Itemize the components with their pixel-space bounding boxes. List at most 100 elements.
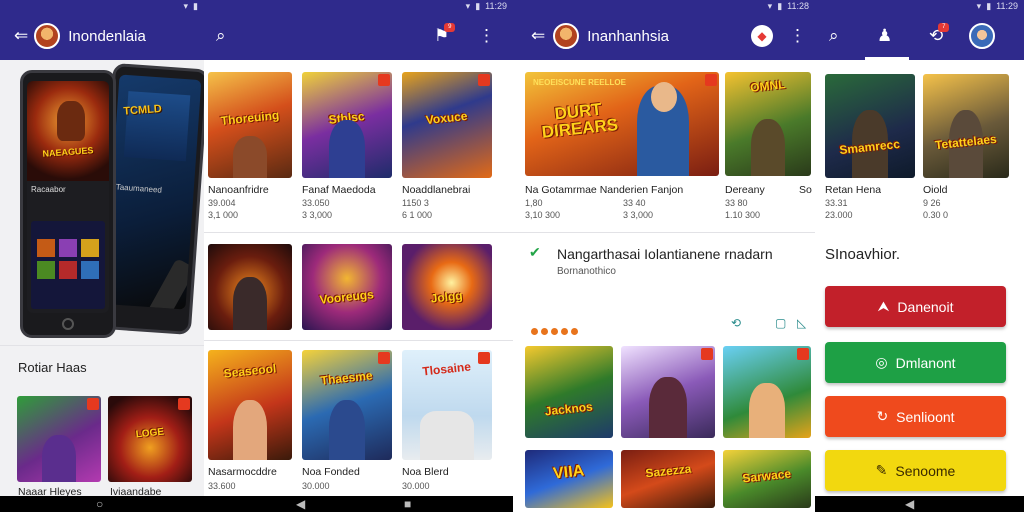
battery-icon: ▮ [777, 0, 783, 11]
featured-banner[interactable]: NEOEISCUNE REELLOE DURT DIREARS [525, 72, 719, 176]
action-button-1[interactable]: ⮝ Danenoit [825, 286, 1006, 327]
game-tile[interactable]: Smamrecc [825, 74, 915, 178]
panel-browse: ▾ ▮ 11:29 ⌕ ⚑ 9 ⋮ Thoreuing Sthlsc Voxuce… [204, 0, 513, 512]
tile-word: Voxuce [425, 109, 469, 128]
game-title: Fanaf Maedoda [302, 184, 376, 196]
system-nav-bar: ○ [0, 496, 204, 512]
banner-word: DURT DIREARS [540, 99, 619, 143]
game-downloads: 1.10 300 [725, 210, 761, 220]
game-tile[interactable]: Thaesme [302, 350, 392, 460]
back-nav-icon[interactable]: ◀ [905, 496, 914, 512]
status-bar: ▾ ▮ 11:29 [815, 0, 1024, 12]
signal-icon: ▾ [976, 0, 982, 11]
action-button-2[interactable]: ◎ Dmlanont [825, 342, 1006, 383]
game-tile[interactable] [208, 244, 292, 330]
tile-word: Thaesme [320, 368, 374, 388]
system-nav-bar: ◀ ■ [204, 496, 513, 512]
game-tile[interactable]: Seaseool [208, 350, 292, 460]
game-tile[interactable]: Vooreugs [302, 244, 392, 330]
game-tile[interactable]: Sarwace [723, 450, 811, 508]
avatar[interactable] [34, 23, 61, 49]
phone-label-2: Taaumaneed [115, 182, 163, 195]
game-tile[interactable]: Sthlsc [302, 72, 392, 178]
app-title: Inanhanhsia [587, 27, 669, 45]
home-nav-icon[interactable]: ○ [96, 496, 103, 512]
tile-word: Jolgg [430, 288, 464, 306]
game-tile[interactable]: LOGE [108, 396, 192, 482]
action-button-label: Dmlanont [895, 354, 956, 371]
top-app-bar: ⇐ Inondenlaia [0, 12, 204, 60]
notifications-icon[interactable]: ◆ [751, 25, 773, 47]
game-rating: 33.31 [825, 198, 848, 208]
game-tile[interactable] [17, 396, 101, 482]
game-tile[interactable]: Sazezza [621, 450, 715, 508]
game-title: Nasarmocddre [208, 466, 277, 478]
action-button-4[interactable]: ✎ Senoome [825, 450, 1006, 491]
game-title: Noa Blerd [402, 466, 449, 478]
share-icon[interactable]: ⟲ [731, 316, 741, 330]
search-icon[interactable]: ⌕ [829, 26, 839, 46]
back-arrow-icon[interactable]: ⇐ [531, 26, 545, 46]
avatar[interactable] [553, 23, 580, 49]
game-tile[interactable]: Jolgg [402, 244, 492, 330]
section-title: Rotiar Haas [18, 360, 87, 375]
avatar[interactable] [969, 23, 995, 49]
section-title: SInoavhior. [825, 246, 901, 263]
game-downloads: 6 1 000 [402, 210, 433, 220]
panel-actions: ▾ ▮ 11:29 ⌕ ♟ ⟲ 7 Smamrecc Tetattelaes Re… [815, 0, 1024, 512]
game-rating: 33 40 [623, 198, 646, 208]
game-tile[interactable]: Thoreuing [208, 72, 292, 178]
tile-word: Jacknos [544, 399, 594, 419]
more-vert-icon[interactable]: ⋮ [789, 26, 806, 46]
signal-icon: ▾ [465, 0, 471, 11]
tile-word: Smamrecc [839, 136, 901, 157]
game-title: Oiold [923, 184, 948, 196]
game-tile[interactable]: Tetattelaes [923, 74, 1009, 178]
recents-nav-icon[interactable]: ■ [404, 496, 411, 512]
account-icon[interactable]: ♟ [877, 26, 892, 46]
action-button-label: Danenoit [897, 298, 954, 315]
game-tile[interactable]: Voxuce [402, 72, 492, 178]
rating-dots [531, 322, 581, 340]
tile-word: Tlosaine [422, 359, 472, 379]
game-rating: 1150 3 [402, 198, 429, 208]
refresh-icon: ↻ [876, 408, 889, 424]
game-tile[interactable]: Tlosaine [402, 350, 492, 460]
tile-word: Seaseool [223, 361, 277, 382]
phone-mockup-front: NAEAGUES Racaabor [20, 70, 116, 338]
battery-icon: ▮ [193, 0, 198, 11]
game-tile[interactable]: OMNL [725, 72, 811, 176]
back-arrow-icon[interactable]: ⇐ [14, 26, 28, 46]
game-rating: 33.600 [208, 481, 236, 491]
action-button-3[interactable]: ↻ Senlioont [825, 396, 1006, 437]
tile-word: Thoreuing [220, 108, 280, 129]
shape-icon[interactable]: ◺ [797, 316, 806, 330]
game-rating: 30.000 [302, 481, 330, 491]
game-downloads: 3,1 000 [208, 210, 239, 220]
game-rating: 1,80 [525, 198, 543, 208]
more-vert-icon[interactable]: ⋮ [478, 26, 495, 46]
tile-word: Sazezza [644, 461, 692, 480]
game-tile[interactable] [621, 346, 715, 438]
status-bar: ▾ ▮ [0, 0, 204, 12]
game-downloads: 23.000 [825, 210, 853, 220]
section-headline: Nangarthasai Iolantianene rnadarn [557, 246, 773, 262]
top-app-bar: ⌕ ⚑ 9 ⋮ [204, 12, 513, 60]
status-time: 11:29 [996, 1, 1018, 11]
game-tile[interactable]: VIIA [525, 450, 613, 508]
active-tab-indicator [865, 57, 909, 60]
tile-word: Sarwace [742, 466, 792, 486]
game-title: Noaddlanebrai [402, 184, 471, 196]
section-subtitle: Bornanothico [557, 266, 616, 277]
status-bar: ▾ ▮ 11:29 [204, 0, 513, 12]
game-rating: 9 26 [923, 198, 941, 208]
bookmark-icon[interactable]: ▢ [775, 316, 786, 330]
notifications-icon[interactable]: ⟲ 7 [929, 23, 950, 46]
game-rating: 33.050 [302, 198, 330, 208]
game-tile[interactable] [723, 346, 811, 438]
signal-icon: ▾ [183, 0, 189, 11]
notifications-icon[interactable]: ⚑ 9 [434, 23, 456, 46]
search-icon[interactable]: ⌕ [216, 26, 226, 46]
game-tile[interactable]: Jacknos [525, 346, 613, 438]
back-nav-icon[interactable]: ◀ [296, 496, 305, 512]
